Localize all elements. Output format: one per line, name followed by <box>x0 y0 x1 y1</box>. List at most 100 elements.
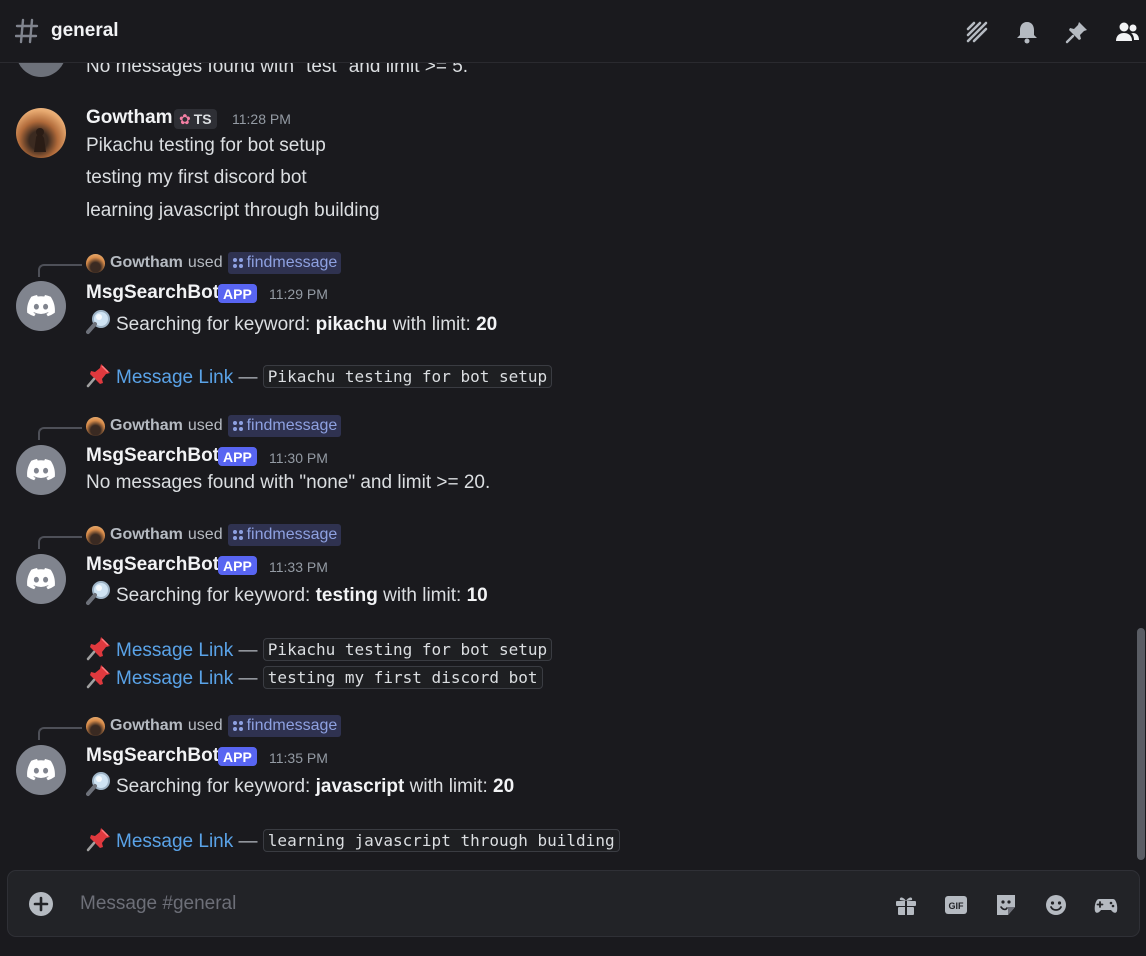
command-reply-header[interactable]: Gowtham used findmessage <box>86 524 342 546</box>
pin-icon[interactable] <box>1064 19 1090 45</box>
message-composer: GIF <box>7 870 1140 937</box>
bot-avatar[interactable] <box>16 745 66 795</box>
message-input[interactable] <box>80 887 860 921</box>
app-badge: APP <box>218 556 257 575</box>
svg-text:GIF: GIF <box>949 901 965 911</box>
server-tag[interactable]: ✿ TS <box>174 109 217 129</box>
app-badge: APP <box>218 747 257 766</box>
message-link[interactable]: Message Link <box>116 831 233 852</box>
reply-connector <box>38 427 82 440</box>
message-author[interactable]: Gowtham <box>86 107 173 129</box>
command-pill[interactable]: findmessage <box>227 524 342 546</box>
dash: — <box>238 640 258 661</box>
command-icon <box>232 257 244 269</box>
pushpin-icon <box>86 635 112 661</box>
reply-connector <box>38 727 82 740</box>
mini-avatar <box>86 525 105 545</box>
message-author[interactable]: MsgSearchBot <box>86 445 219 467</box>
message-list[interactable]: No messages found with "test" and limit … <box>0 63 1146 863</box>
mini-avatar <box>86 253 105 273</box>
server-tag-label: TS <box>193 111 212 127</box>
emoji-icon[interactable] <box>1043 892 1069 918</box>
inline-code: Pikachu testing for bot setup <box>262 365 553 388</box>
inline-code: Pikachu testing for bot setup <box>262 638 553 661</box>
reply-username[interactable]: Gowtham <box>110 717 183 735</box>
inline-code: testing my first discord bot <box>262 666 543 689</box>
command-name: findmessage <box>246 417 338 434</box>
command-reply-header[interactable]: Gowtham used findmessage <box>86 415 342 437</box>
avatar[interactable] <box>16 108 66 158</box>
discord-logo-icon <box>27 568 55 590</box>
bot-avatar[interactable] <box>16 445 66 495</box>
mini-avatar <box>86 716 105 736</box>
avatar[interactable] <box>16 63 66 77</box>
limit-label: with limit: <box>392 314 471 335</box>
apps-icon[interactable] <box>1093 892 1119 918</box>
bot-avatar[interactable] <box>16 281 66 331</box>
threads-icon[interactable] <box>964 19 990 45</box>
scrollbar-thumb[interactable] <box>1137 628 1145 860</box>
command-name: findmessage <box>246 717 338 734</box>
discord-logo-icon <box>27 759 55 781</box>
command-reply-header[interactable]: Gowtham used findmessage <box>86 252 342 274</box>
search-keyword: pikachu <box>315 314 388 335</box>
dash: — <box>238 668 258 689</box>
command-pill[interactable]: findmessage <box>227 415 342 437</box>
message-timestamp: 11:30 PM <box>269 450 328 466</box>
search-prefix: Searching for keyword: <box>116 585 311 606</box>
message-text: No messages found with "test" and limit … <box>86 63 469 77</box>
gift-icon[interactable] <box>893 892 919 918</box>
search-prefix: Searching for keyword: <box>116 776 311 797</box>
plus-icon[interactable] <box>29 892 53 916</box>
search-prefix: Searching for keyword: <box>116 314 311 335</box>
reply-connector <box>38 264 82 277</box>
limit-label: with limit: <box>383 585 462 606</box>
search-line: Searching for keyword: javascript with l… <box>86 771 514 798</box>
search-keyword: javascript <box>315 776 405 797</box>
inline-code: learning javascript through building <box>262 829 620 852</box>
pushpin-icon <box>86 826 112 852</box>
command-pill[interactable]: findmessage <box>227 252 342 274</box>
result-line: Message Link — Pikachu testing for bot s… <box>86 635 553 662</box>
result-line: Message Link — Pikachu testing for bot s… <box>86 362 553 389</box>
message-author[interactable]: MsgSearchBot <box>86 554 219 576</box>
app-badge: APP <box>218 284 257 303</box>
hash-icon <box>15 18 39 44</box>
discord-logo-icon <box>27 459 55 481</box>
command-pill[interactable]: findmessage <box>227 715 342 737</box>
pushpin-icon <box>86 362 112 388</box>
reply-connector <box>38 536 82 549</box>
message-text: testing my first discord bot <box>86 167 307 188</box>
plus-glyph <box>33 896 49 912</box>
message-author[interactable]: MsgSearchBot <box>86 282 219 304</box>
message-author[interactable]: MsgSearchBot <box>86 745 219 767</box>
dash: — <box>238 367 258 388</box>
sticker-icon[interactable] <box>993 892 1019 918</box>
command-name: findmessage <box>246 254 338 271</box>
pushpin-icon <box>86 663 112 689</box>
gif-icon[interactable]: GIF <box>943 892 969 918</box>
search-line: Searching for keyword: pikachu with limi… <box>86 309 497 336</box>
command-icon <box>232 720 244 732</box>
bot-avatar[interactable] <box>16 554 66 604</box>
command-icon <box>232 420 244 432</box>
search-limit: 20 <box>476 314 498 335</box>
message-timestamp: 11:28 PM <box>232 111 291 127</box>
result-line: Message Link — testing my first discord … <box>86 663 543 690</box>
message-link[interactable]: Message Link <box>116 367 233 388</box>
lotus-icon: ✿ <box>179 110 191 127</box>
reply-username[interactable]: Gowtham <box>110 254 183 272</box>
reply-used-label: used <box>187 526 223 543</box>
command-reply-header[interactable]: Gowtham used findmessage <box>86 715 342 737</box>
reply-username[interactable]: Gowtham <box>110 526 183 544</box>
members-icon[interactable] <box>1114 19 1140 45</box>
search-line: Searching for keyword: testing with limi… <box>86 580 488 607</box>
message-link[interactable]: Message Link <box>116 668 233 689</box>
bell-icon[interactable] <box>1014 19 1040 45</box>
reply-used-label: used <box>187 717 223 734</box>
command-name: findmessage <box>246 526 338 543</box>
reply-username[interactable]: Gowtham <box>110 417 183 435</box>
message-link[interactable]: Message Link <box>116 640 233 661</box>
discord-logo-icon <box>27 295 55 317</box>
mini-avatar <box>86 416 105 436</box>
